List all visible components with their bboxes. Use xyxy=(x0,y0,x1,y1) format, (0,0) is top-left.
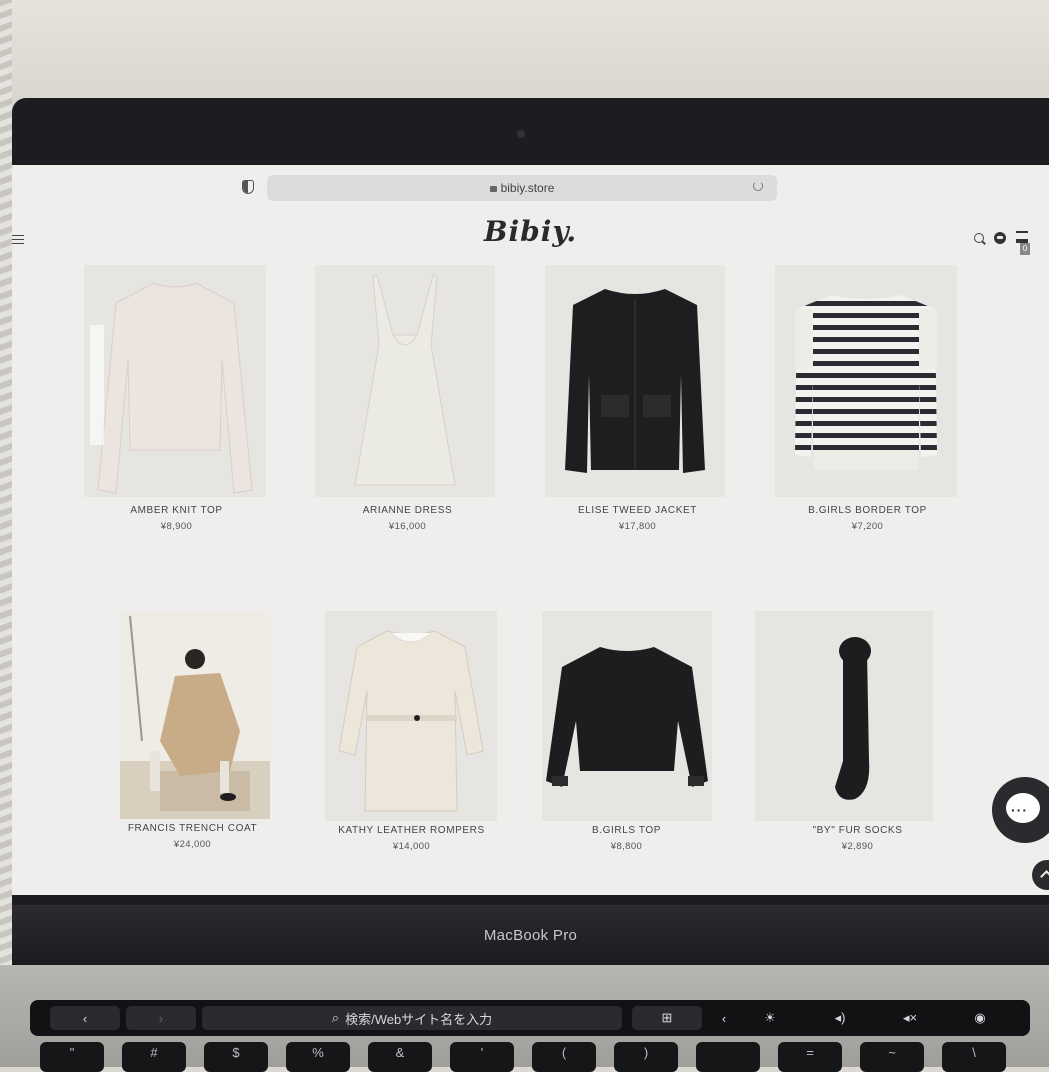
product-price: ¥2,890 xyxy=(841,841,874,852)
keyboard-key[interactable]: = xyxy=(778,1042,842,1072)
product-image[interactable] xyxy=(315,265,495,497)
knit-top-illustration xyxy=(90,282,253,494)
product-image[interactable] xyxy=(84,265,266,497)
product-image[interactable] xyxy=(120,611,270,819)
tweed-jacket-illustration xyxy=(565,289,705,473)
background-cloth xyxy=(0,0,12,1067)
cart-count-badge: 0 xyxy=(1020,243,1030,255)
volume-icon[interactable]: ◂) xyxy=(810,1006,870,1030)
product-name[interactable]: B.GIRLS BORDER TOP xyxy=(755,505,980,516)
product-image[interactable] xyxy=(542,611,712,821)
ellipsis-icon: ··· xyxy=(1011,802,1028,818)
product-price: ¥16,000 xyxy=(388,521,427,532)
scroll-to-top-button[interactable] xyxy=(1032,860,1049,890)
forward-icon[interactable]: › xyxy=(126,1006,196,1030)
product-name[interactable]: ELISE TWEED JACKET xyxy=(525,505,750,516)
device-model-label: MacBook Pro xyxy=(483,927,578,944)
product-image[interactable] xyxy=(775,265,957,497)
product-name[interactable]: ARIANNE DRESS xyxy=(295,505,520,516)
product-price: ¥17,800 xyxy=(618,521,657,532)
search-icon[interactable] xyxy=(974,233,984,243)
product-price: ¥14,000 xyxy=(392,841,431,852)
product-price: ¥8,800 xyxy=(610,841,643,852)
touch-bar: ‹ › ⌕ 検索/Webサイト名を入力 ⊞ ‹ ☀ ◂) ◂× ◉ xyxy=(30,1000,1030,1036)
brightness-icon[interactable]: ☀ xyxy=(742,1006,798,1030)
background-wall xyxy=(0,0,1049,110)
keyboard-key[interactable]: " xyxy=(40,1042,104,1072)
product-name[interactable]: "BY" FUR SOCKS xyxy=(745,825,970,836)
keyboard-key[interactable]: $ xyxy=(204,1042,268,1072)
keyboard-key[interactable]: # xyxy=(122,1042,186,1072)
site-logo[interactable]: Bibiy. xyxy=(12,215,1049,248)
dress-illustration xyxy=(354,274,456,486)
address-bar[interactable]: bibiy.store xyxy=(267,175,777,201)
browser-screen: bibiy.store Bibiy. 0 AMBER KNIT TOP ¥8,9… xyxy=(12,165,1049,895)
search-icon: ⌕ xyxy=(331,1010,340,1025)
keyboard-key[interactable]: & xyxy=(368,1042,432,1072)
product-name[interactable]: B.GIRLS TOP xyxy=(514,825,739,836)
keyboard-row: " # $ % & ' ( ) = ~ \ xyxy=(0,1042,1049,1072)
lock-icon xyxy=(489,186,497,192)
camera-icon xyxy=(517,130,525,138)
laptop-chin: MacBook Pro xyxy=(12,905,1049,965)
knit-sweater-illustration xyxy=(546,647,708,787)
cart-icon[interactable] xyxy=(1016,231,1028,243)
product-name[interactable]: AMBER KNIT TOP xyxy=(64,505,289,516)
fur-socks-illustration xyxy=(835,637,871,800)
keyboard-key[interactable]: \ xyxy=(942,1042,1006,1072)
product-image[interactable] xyxy=(755,611,933,821)
privacy-shield-icon[interactable] xyxy=(242,180,254,194)
keyboard-key[interactable]: ' xyxy=(450,1042,514,1072)
border-top-illustration xyxy=(795,295,937,470)
keyboard-key[interactable] xyxy=(696,1042,760,1072)
reload-icon[interactable] xyxy=(753,181,763,191)
siri-icon[interactable]: ◉ xyxy=(960,1006,1000,1030)
touchbar-search-label: 検索/Webサイト名を入力 xyxy=(345,1011,493,1027)
product-image[interactable] xyxy=(325,611,497,821)
mute-icon[interactable]: ◂× xyxy=(880,1006,940,1030)
url-display[interactable]: bibiy.store xyxy=(267,181,777,195)
keyboard-key[interactable]: ( xyxy=(532,1042,596,1072)
product-image[interactable] xyxy=(545,265,725,497)
trench-coat-model-photo xyxy=(120,615,270,819)
keyboard-key[interactable]: ~ xyxy=(860,1042,924,1072)
account-icon[interactable] xyxy=(994,232,1006,244)
product-name[interactable]: FRANCIS TRENCH COAT xyxy=(80,823,305,834)
back-icon[interactable]: ‹ xyxy=(50,1006,120,1030)
url-text: bibiy.store xyxy=(500,181,555,195)
new-tab-icon[interactable]: ⊞ xyxy=(632,1006,702,1030)
chat-button[interactable]: ··· xyxy=(992,777,1049,843)
product-price: ¥24,000 xyxy=(173,839,212,850)
keyboard-key[interactable]: ) xyxy=(614,1042,678,1072)
collapse-icon[interactable]: ‹ xyxy=(710,1006,738,1030)
keyboard-key[interactable]: % xyxy=(286,1042,350,1072)
product-name[interactable]: KATHY LEATHER ROMPERS xyxy=(299,825,524,836)
product-price: ¥8,900 xyxy=(160,521,193,532)
rompers-illustration xyxy=(338,630,484,812)
touchbar-search-field[interactable]: ⌕ 検索/Webサイト名を入力 xyxy=(202,1006,622,1030)
product-price: ¥7,200 xyxy=(851,521,884,532)
